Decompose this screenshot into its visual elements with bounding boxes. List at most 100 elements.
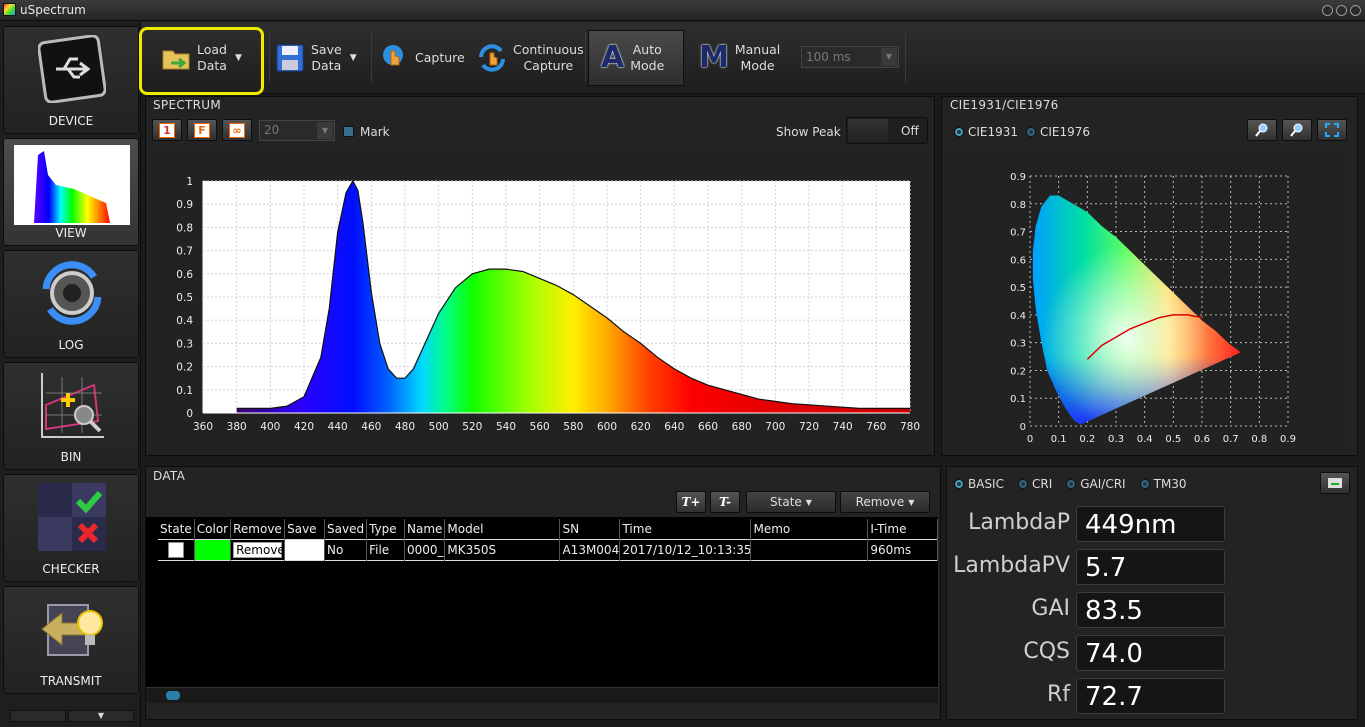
sidebar-item-log[interactable]: LOG	[3, 250, 139, 358]
x-tick-label: 0.3	[1108, 434, 1124, 445]
minimize-button[interactable]	[1322, 5, 1333, 16]
sidebar-item-device[interactable]: DEVICE	[3, 26, 139, 134]
column-header[interactable]: Model	[444, 519, 561, 539]
y-tick-label: 0.7	[1010, 228, 1026, 239]
metric-tab-cri[interactable]: CRI	[1017, 477, 1052, 491]
horizontal-scrollbar[interactable]	[146, 687, 938, 703]
app-icon	[3, 3, 16, 16]
y-tick-label: 0.3	[176, 338, 193, 350]
continuous-capture-button[interactable]: Continuous Capture	[477, 30, 584, 86]
maximize-button[interactable]	[1336, 5, 1347, 16]
capture-button[interactable]: Capture	[379, 30, 465, 86]
chevron-down-icon: ▼	[317, 122, 333, 139]
continuous-label-1: Continuous	[513, 42, 584, 57]
chevron-down-icon: ▼	[349, 53, 357, 63]
auto-mode-label-1: Auto	[632, 42, 662, 57]
metric-tab-basic[interactable]: BASIC	[954, 477, 1004, 491]
radio-icon	[954, 479, 964, 489]
state-checkbox[interactable]	[158, 539, 195, 560]
sidebar-item-checker[interactable]: CHECKER	[3, 474, 139, 582]
zoom-in-button[interactable]	[1247, 119, 1277, 141]
x-tick-label: 380	[227, 421, 247, 433]
x-tick-label: 740	[833, 421, 853, 433]
zoom-out-button[interactable]	[1282, 119, 1312, 141]
column-header[interactable]: Time	[619, 519, 752, 539]
auto-mode-button[interactable]: A Auto Mode	[588, 30, 684, 86]
column-header[interactable]: I-Time	[867, 519, 938, 539]
close-button[interactable]	[1350, 5, 1361, 16]
spectrum-view-icon	[14, 145, 130, 225]
infinite-mode-button[interactable]: ∞	[222, 119, 252, 141]
column-header[interactable]: Color	[194, 519, 232, 539]
name-cell: 0000_0	[404, 539, 446, 560]
sidebar-item-view[interactable]: VIEW	[3, 138, 139, 246]
y-tick-label: 0.5	[176, 292, 193, 304]
radio-icon	[1139, 479, 1150, 489]
column-header[interactable]: Memo	[750, 519, 869, 539]
app-window: uSpectrum DEVICE VIEW LOG BIN CHECKER TR…	[0, 0, 1365, 727]
y-tick-label: 0.4	[1010, 311, 1026, 322]
x-tick-label: 0.5	[1165, 434, 1181, 445]
mark-checkbox[interactable]	[343, 126, 354, 137]
state-dropdown[interactable]: State ▼	[746, 491, 836, 513]
floppy-save-icon	[276, 44, 304, 72]
integration-time-select[interactable]: 100 ms ▼	[801, 46, 899, 68]
fit-view-button[interactable]	[1317, 119, 1347, 141]
zoom-in-icon	[1255, 123, 1268, 137]
remove-dropdown[interactable]: Remove ▼	[840, 491, 930, 513]
add-text-button[interactable]: T+	[676, 491, 706, 513]
log-refresh-icon	[42, 261, 102, 325]
x-tick-label: 580	[563, 421, 583, 433]
sidebar-label: DEVICE	[48, 114, 94, 128]
column-header[interactable]: SN	[559, 519, 621, 539]
scrollbar-thumb[interactable]	[166, 691, 180, 700]
manual-mode-button[interactable]: M Manual Mode	[699, 30, 780, 86]
cie1931-radio[interactable]: CIE1931	[954, 125, 1018, 139]
single-mode-button[interactable]: 1	[152, 119, 182, 141]
sidebar-item-bin[interactable]: BIN	[3, 362, 139, 470]
text-remove-icon: T-	[719, 495, 731, 509]
column-header[interactable]: State	[158, 519, 195, 539]
manual-mode-label-1: Manual	[734, 42, 781, 57]
x-tick-label: 480	[395, 421, 415, 433]
column-header[interactable]: Remove	[230, 519, 286, 539]
column-header[interactable]: Name	[404, 519, 446, 539]
sidebar-label: CHECKER	[42, 562, 100, 576]
metric-value: 83.5	[1076, 592, 1225, 628]
chevron-down-icon: ▼	[908, 497, 915, 507]
metric-tab-tm30[interactable]: TM30	[1139, 477, 1187, 491]
metric-value: 72.7	[1076, 678, 1225, 714]
table-row[interactable]: Remove NoFile0000_0MK350SA13M00482017/10/…	[158, 539, 938, 560]
x-tick-label: 520	[462, 421, 482, 433]
save-data-button[interactable]: Save Data ▼	[275, 30, 357, 86]
scroll-up-button[interactable]	[10, 710, 66, 722]
show-peak-state: Off	[901, 124, 919, 138]
x-tick-label: 0.2	[1079, 434, 1095, 445]
column-header[interactable]: Saved	[324, 519, 368, 539]
remove-row-button[interactable]: Remove	[230, 539, 286, 560]
x-tick-label: 0.9	[1280, 434, 1296, 445]
scroll-down-button[interactable]: ▼	[68, 710, 134, 722]
export-button[interactable]	[1320, 472, 1350, 494]
window-title: uSpectrum	[20, 3, 86, 17]
show-peak-toggle[interactable]: Off	[846, 117, 928, 144]
x-tick-label: 680	[732, 421, 752, 433]
capture-hand-icon	[383, 45, 403, 66]
metric-value: 449nm	[1076, 506, 1225, 542]
f-mode-button[interactable]: F	[187, 119, 217, 141]
x-tick-label: 420	[294, 421, 314, 433]
column-header[interactable]: Type	[366, 519, 405, 539]
x-tick-label: 780	[900, 421, 920, 433]
spectrum-title: SPECTRUM	[153, 98, 222, 112]
metric-name: LambdaP	[968, 510, 1070, 535]
text-add-icon: T+	[681, 495, 701, 509]
cie-gamut-white	[1032, 195, 1241, 425]
metric-value: 5.7	[1076, 549, 1225, 585]
remove-text-button[interactable]: T-	[710, 491, 740, 513]
sidebar-item-transmit[interactable]: TRANSMIT	[3, 586, 139, 694]
metric-tab-gai-cri[interactable]: GAI/CRI	[1066, 477, 1126, 491]
column-header[interactable]: Save	[284, 519, 326, 539]
cie1976-radio[interactable]: CIE1976	[1026, 125, 1090, 139]
y-tick-label: 0.1	[176, 385, 193, 397]
average-select[interactable]: 20 ▼	[259, 120, 335, 141]
